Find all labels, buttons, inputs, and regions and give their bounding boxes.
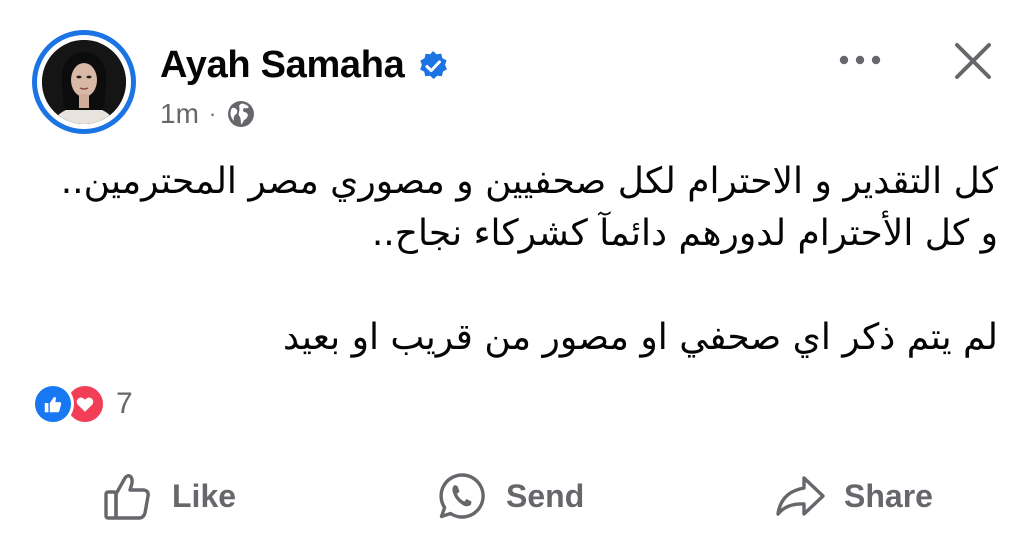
- close-icon: [955, 43, 991, 79]
- post-body-spacer: [30, 260, 998, 312]
- share-arrow-icon: [776, 476, 825, 516]
- reactions-summary[interactable]: 7: [32, 383, 133, 425]
- more-options-button[interactable]: [832, 44, 888, 76]
- more-horizontal-icon: [839, 55, 881, 65]
- reaction-count[interactable]: 7: [116, 387, 133, 421]
- share-label: Share: [844, 477, 933, 514]
- avatar[interactable]: [42, 40, 126, 124]
- like-reaction-icon: [32, 383, 74, 425]
- like-label: Like: [172, 477, 237, 514]
- send-label: Send: [506, 477, 585, 514]
- share-button[interactable]: Share: [774, 466, 933, 526]
- post-timestamp[interactable]: 1m: [160, 98, 199, 130]
- verified-badge-icon: [417, 50, 449, 82]
- globe-icon: [226, 99, 256, 129]
- post-body-line-1: كل التقدير و الاحترام لكل صحفيين و مصوري…: [60, 161, 998, 202]
- close-button[interactable]: [946, 34, 1000, 88]
- like-button[interactable]: Like: [102, 466, 236, 526]
- post-body-line-2: و كل الأحترام لدورهم دائمآ كشركاء نجاح..: [371, 213, 998, 254]
- avatar-photo: [42, 40, 126, 124]
- post-meta: 1m ·: [160, 98, 256, 130]
- post-body-line-4: لم يتم ذكر اي صحفي او مصور من قريب او بع…: [283, 317, 998, 358]
- author-name[interactable]: Ayah Samaha: [160, 44, 405, 87]
- send-button[interactable]: Send: [436, 466, 584, 526]
- post-body: كل التقدير و الاحترام لكل صحفيين و مصوري…: [30, 156, 998, 364]
- whatsapp-icon: [439, 473, 485, 519]
- meta-separator: ·: [208, 101, 217, 126]
- avatar-story-ring[interactable]: [32, 30, 136, 134]
- author-line: Ayah Samaha: [160, 44, 449, 87]
- post-action-bar: Like Send Share: [0, 466, 1030, 526]
- thumbs-up-icon: [104, 474, 150, 520]
